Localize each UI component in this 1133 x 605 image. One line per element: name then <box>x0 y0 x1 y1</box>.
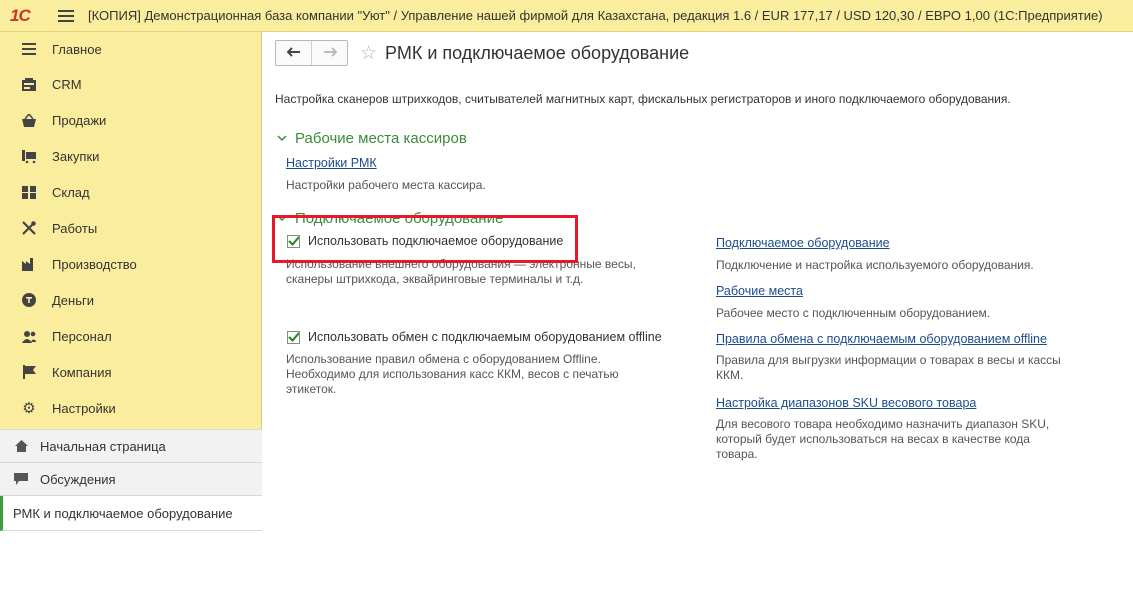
note-line: Правила для выгрузки информации о товара… <box>716 353 1061 367</box>
note-line: который будет использоваться на весах в … <box>716 432 1030 446</box>
section-equipment-header[interactable]: Подключаемое оборудование <box>277 210 503 227</box>
note-line: Необходимо для использования касс ККМ, в… <box>286 367 619 381</box>
sidebar-item-warehouse[interactable]: Склад <box>0 174 261 210</box>
arrow-right-icon <box>323 44 337 62</box>
sidebar-item-label: Настройки <box>52 400 116 416</box>
note-line: этикеток. <box>286 382 337 396</box>
note-line: Для весового товара необходимо назначить… <box>716 417 1050 431</box>
page-description: Настройка сканеров штрихкодов, считывате… <box>275 92 1011 106</box>
use-equipment-label: Использовать подключаемое оборудование <box>308 234 564 248</box>
flag-icon <box>22 365 36 379</box>
section-title: Подключаемое оборудование <box>295 210 504 227</box>
favorite-star-icon[interactable]: ☆ <box>360 44 377 63</box>
note-line: ККМ. <box>716 368 744 382</box>
people-icon <box>22 329 36 343</box>
sidebar-item-main[interactable]: Главное <box>0 32 261 66</box>
crm-icon <box>22 77 36 91</box>
main-menu-icon[interactable] <box>58 9 74 22</box>
sidebar-item-label: Продажи <box>52 112 107 128</box>
sidebar-item-label: Закупки <box>52 148 100 164</box>
app-logo: 1С <box>10 5 31 25</box>
sidebar-item-label: Главное <box>52 41 102 57</box>
workplaces-link[interactable]: Рабочие места <box>716 284 803 298</box>
sidebar-item-label: Производство <box>52 256 137 272</box>
arrow-left-icon <box>286 44 301 62</box>
connected-equipment-link[interactable]: Подключаемое оборудование <box>716 236 890 250</box>
note-line: товара. <box>716 447 758 461</box>
sidebar-item-money[interactable]: Деньги <box>0 282 261 318</box>
note-line: Использование внешнего оборудования — эл… <box>286 257 636 271</box>
sidebar-item-label: Работы <box>52 220 98 236</box>
checkmark-icon <box>288 332 299 342</box>
page-header: ☆ РМК и подключаемое оборудование <box>275 40 689 66</box>
sidebar: Главное CRM Продажи Закупки Склад Работы <box>0 32 262 605</box>
offline-exchange-rules-link[interactable]: Правила обмена с подключаемым оборудован… <box>716 332 1047 346</box>
sidebar-item-purchases[interactable]: Закупки <box>0 138 261 174</box>
sidebar-item-label: Компания <box>52 364 112 380</box>
chevron-down-icon <box>277 133 287 145</box>
main-content: ☆ РМК и подключаемое оборудование Настро… <box>263 32 1133 572</box>
sidebar-item-production[interactable]: Производство <box>0 246 261 282</box>
use-equipment-note: Использование внешнего оборудования — эл… <box>286 257 636 287</box>
basket-icon <box>22 113 36 127</box>
menu-lines-icon <box>22 42 36 56</box>
open-window-discussions[interactable]: Обсуждения <box>0 463 262 496</box>
open-windows-list: Начальная страница Обсуждения РМК и подк… <box>0 429 262 605</box>
offline-exchange-rules-note: Правила для выгрузки информации о товара… <box>716 353 1061 383</box>
open-window-label: РМК и подключаемое оборудование <box>13 505 233 521</box>
sidebar-item-sales[interactable]: Продажи <box>0 102 261 138</box>
cart-icon <box>22 149 36 163</box>
page-title: РМК и подключаемое оборудование <box>385 42 690 63</box>
window-title: [КОПИЯ] Демонстрационная база компании "… <box>88 8 1103 23</box>
offline-exchange-label: Использовать обмен с подключаемым оборуд… <box>308 330 662 344</box>
sidebar-item-staff[interactable]: Персонал <box>0 318 261 354</box>
sidebar-item-label: Склад <box>52 184 90 200</box>
sidebar-item-works[interactable]: Работы <box>0 210 261 246</box>
title-bar: 1С [КОПИЯ] Демонстрационная база компани… <box>0 0 1133 32</box>
factory-icon <box>22 257 36 271</box>
open-window-label: Начальная страница <box>40 438 166 454</box>
note-line: Использование правил обмена с оборудован… <box>286 352 601 366</box>
checkmark-icon <box>288 236 299 246</box>
open-windows-blank <box>0 531 262 605</box>
tools-icon <box>22 221 36 235</box>
home-icon <box>14 440 28 452</box>
open-window-label: Обсуждения <box>40 471 116 487</box>
forward-button[interactable] <box>312 41 347 65</box>
sidebar-item-label: Персонал <box>52 328 112 344</box>
offline-exchange-checkbox[interactable] <box>287 330 300 344</box>
gear-icon: ⚙ <box>22 399 36 417</box>
chevron-down-icon <box>277 213 287 225</box>
sku-ranges-link[interactable]: Настройка диапазонов SKU весового товара <box>716 396 976 410</box>
rmk-settings-note: Настройки рабочего места кассира. <box>286 178 486 192</box>
back-button[interactable] <box>276 41 312 65</box>
warehouse-icon <box>22 185 36 199</box>
history-nav <box>275 40 348 66</box>
note-line: сканеры штрихкода, эквайринговые термина… <box>286 272 584 286</box>
open-window-rmk[interactable]: РМК и подключаемое оборудование <box>0 496 262 531</box>
sidebar-item-label: Деньги <box>52 292 94 308</box>
use-equipment-checkbox[interactable] <box>287 234 300 248</box>
money-icon <box>22 293 36 307</box>
sidebar-item-crm[interactable]: CRM <box>0 66 261 102</box>
section-title: Рабочие места кассиров <box>295 130 467 147</box>
sidebar-item-company[interactable]: Компания <box>0 354 261 390</box>
sidebar-item-label: CRM <box>52 76 82 92</box>
use-equipment-checkbox-row[interactable]: Использовать подключаемое оборудование <box>287 234 563 248</box>
offline-exchange-checkbox-row[interactable]: Использовать обмен с подключаемым оборуд… <box>287 330 662 344</box>
section-cashiers-header[interactable]: Рабочие места кассиров <box>277 130 467 147</box>
open-window-home[interactable]: Начальная страница <box>0 430 262 463</box>
connected-equipment-note: Подключение и настройка используемого об… <box>716 258 1034 272</box>
workplaces-note: Рабочее место с подключенным оборудовани… <box>716 306 991 320</box>
sku-ranges-note: Для весового товара необходимо назначить… <box>716 417 1049 462</box>
sidebar-item-settings[interactable]: ⚙ Настройки <box>0 390 261 426</box>
rmk-settings-link[interactable]: Настройки РМК <box>286 156 377 170</box>
offline-exchange-note: Использование правил обмена с оборудован… <box>286 352 619 397</box>
chat-icon <box>14 473 28 485</box>
